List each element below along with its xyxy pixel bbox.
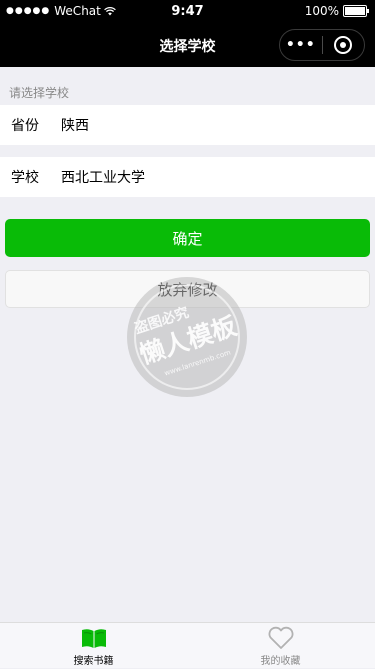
school-label: 学校 xyxy=(11,170,39,186)
confirm-button[interactable]: 确定 xyxy=(5,219,370,257)
discard-button[interactable]: 放弃修改 xyxy=(5,270,370,308)
more-button[interactable]: ••• xyxy=(280,30,322,60)
battery-icon xyxy=(343,5,369,17)
watermark-top-text: 盗图必究 xyxy=(132,304,191,337)
tab-bar: 搜索书籍 我的收藏 xyxy=(0,622,375,668)
menu-capsule: ••• xyxy=(279,29,365,61)
tab-my-favorites[interactable]: 我的收藏 xyxy=(187,623,374,669)
province-row[interactable]: 省份 陕西 xyxy=(0,105,375,145)
watermark-main-text: 懒人模板 xyxy=(136,311,240,369)
close-miniprogram-button[interactable] xyxy=(322,30,364,60)
school-row[interactable]: 学校 西北工业大学 xyxy=(0,157,375,197)
status-bar: ●●●●● WeChat 9:47 100% xyxy=(0,0,375,22)
target-icon xyxy=(334,36,353,54)
section-hint: 请选择学校 xyxy=(9,86,70,100)
watermark-url-text: www.lanrenmb.com xyxy=(163,348,232,377)
battery-percent: 100% xyxy=(304,4,339,18)
status-right: 100% xyxy=(304,4,369,18)
top-bar: ●●●●● WeChat 9:47 100% 选择学校 ••• xyxy=(0,0,375,67)
tab-my-favorites-label: 我的收藏 xyxy=(260,656,301,667)
province-value: 陕西 xyxy=(61,118,89,134)
school-value: 西北工业大学 xyxy=(61,170,145,186)
book-icon xyxy=(81,629,106,648)
tab-search-books[interactable]: 搜索书籍 xyxy=(0,623,187,669)
tab-search-books-label: 搜索书籍 xyxy=(73,656,114,667)
heart-icon xyxy=(268,626,293,649)
province-label: 省份 xyxy=(11,118,39,134)
